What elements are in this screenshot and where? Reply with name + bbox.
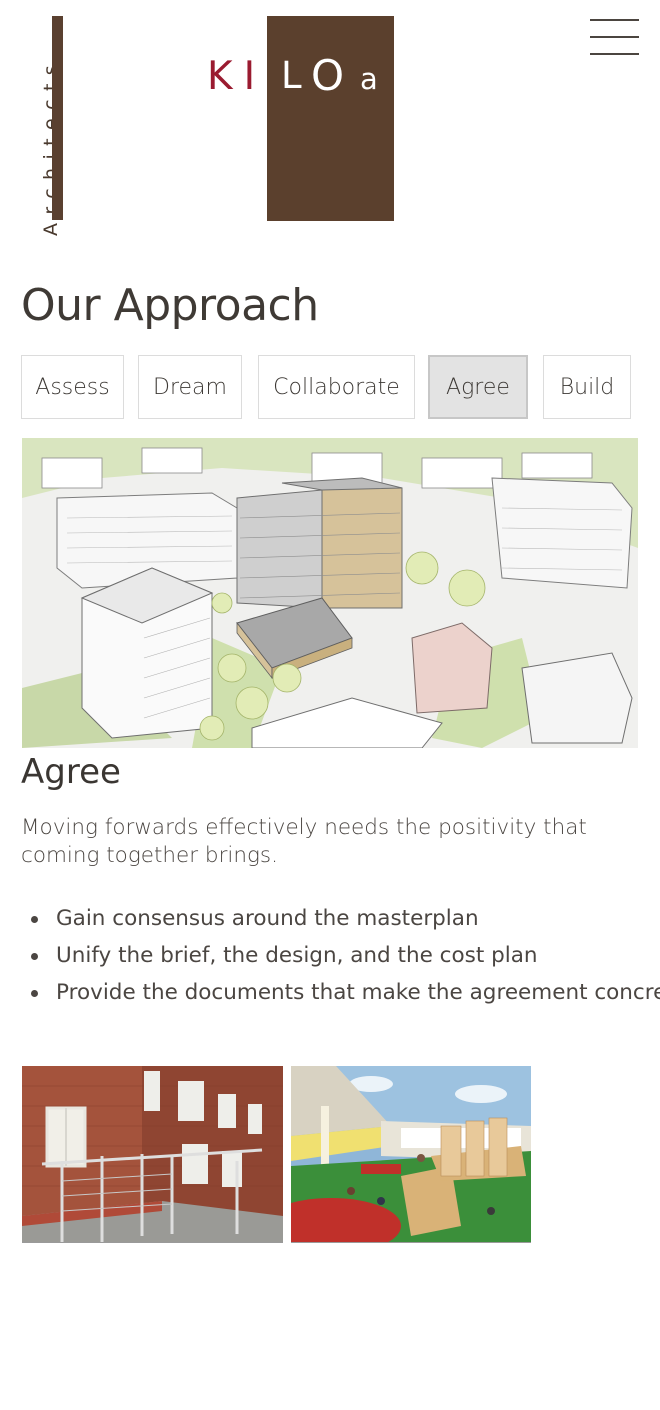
logo-o: O (311, 51, 345, 100)
site-header: Architects KI L O a (0, 0, 660, 240)
menu-line (590, 19, 639, 21)
list-item: Gain consensus around the masterplan (21, 900, 660, 937)
list-item: Unify the brief, the design, and the cos… (21, 937, 660, 974)
bullet-dot-icon (31, 953, 38, 960)
list-item-text: Provide the documents that make the agre… (56, 980, 660, 1005)
school-playground-render (291, 1066, 531, 1242)
tab-build[interactable]: Build (543, 355, 631, 419)
tab-agree[interactable]: Agree (428, 355, 528, 419)
hero-image (22, 438, 638, 748)
brick-building-photo (22, 1066, 283, 1242)
menu-line (590, 53, 639, 55)
logo-bar (52, 16, 63, 220)
page-title: Our Approach (21, 280, 319, 331)
menu-line (590, 36, 639, 38)
logo-ki: KI (207, 53, 267, 99)
hero-illustration (22, 438, 638, 748)
list-item: Provide the documents that make the agre… (21, 974, 660, 1011)
bullet-dot-icon (31, 990, 38, 997)
list-item-text: Gain consensus around the masterplan (56, 906, 479, 931)
logo[interactable]: Architects (18, 14, 62, 236)
logo-box[interactable] (267, 16, 394, 221)
project-thumbnail-school-playground[interactable] (291, 1066, 531, 1243)
tab-dream[interactable]: Dream (138, 355, 242, 419)
section-title: Agree (21, 752, 121, 792)
logo-a: a (360, 62, 378, 96)
bullet-dot-icon (31, 916, 38, 923)
section-description: Moving forwards effectively needs the po… (21, 815, 587, 868)
logo-l: L (281, 54, 302, 97)
list-item-text: Unify the brief, the design, and the cos… (56, 943, 538, 968)
project-thumbnail-brick-building[interactable] (22, 1066, 283, 1243)
logo-wordmark[interactable]: KI L O a (207, 51, 378, 100)
hamburger-menu-icon[interactable] (589, 16, 641, 56)
bullet-list: Gain consensus around the masterplan Uni… (21, 900, 660, 1011)
tab-assess[interactable]: Assess (21, 355, 124, 419)
tab-collaborate[interactable]: Collaborate (258, 355, 415, 419)
